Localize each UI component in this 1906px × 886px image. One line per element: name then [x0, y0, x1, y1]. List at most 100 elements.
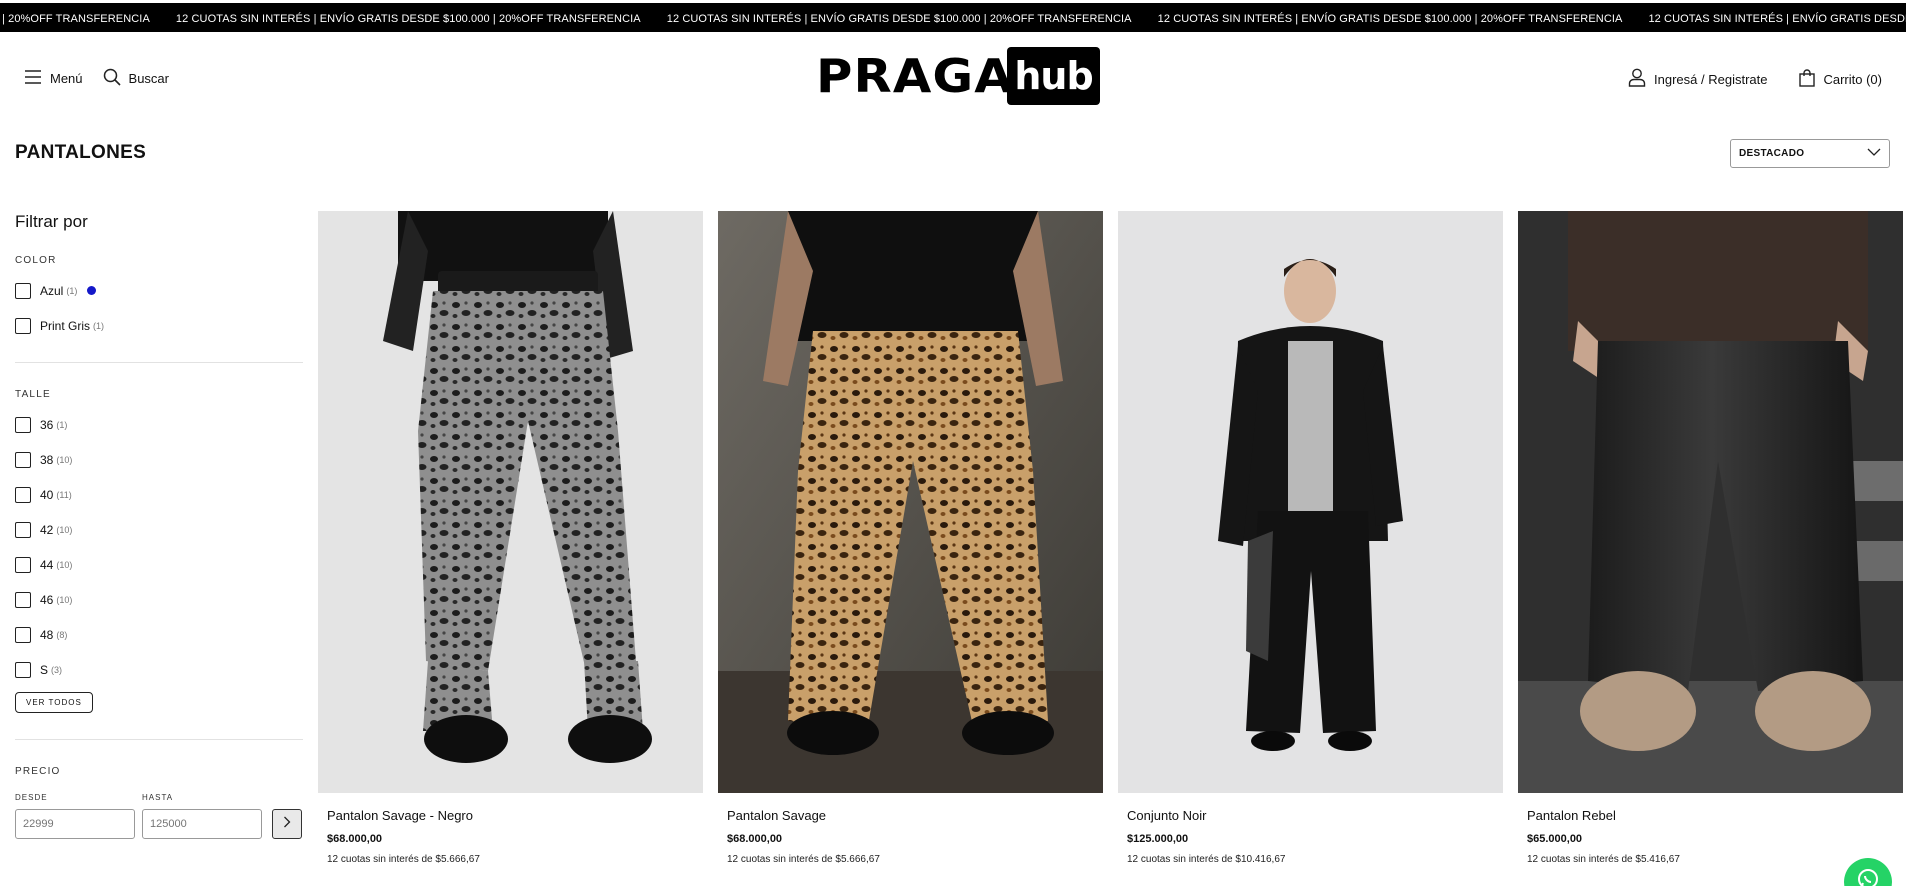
product-name[interactable]: Conjunto Noir [1127, 808, 1503, 823]
hamburger-icon [24, 70, 50, 87]
leather-pants-photo[interactable] [1518, 211, 1903, 793]
product-name[interactable]: Pantalon Savage [727, 808, 1103, 823]
option-count: (8) [56, 629, 68, 640]
grey-leopard-pants-photo[interactable] [318, 211, 703, 793]
option-label: 36 [40, 417, 54, 432]
filter-option-size[interactable]: 48 (8) [15, 617, 303, 652]
option-count: (1) [66, 285, 78, 296]
site-header: Menú Buscar PRAGA hub Ingresá / Registra… [0, 32, 1906, 124]
option-label: 40 [40, 487, 54, 502]
product-card[interactable]: Pantalon Savage - Negro $68.000,00 12 cu… [318, 211, 703, 865]
logo-badge: hub [1007, 47, 1100, 105]
filter-option-color[interactable]: Azul (1) [15, 273, 303, 308]
option-count: (10) [56, 594, 73, 605]
color-swatch [87, 286, 97, 295]
option-count: (10) [56, 524, 73, 535]
product-card[interactable]: Pantalon Rebel $65.000,00 12 cuotas sin … [1518, 211, 1903, 865]
filter-option-size[interactable]: 42 (10) [15, 512, 303, 547]
header-right: Ingresá / Registrate Carrito (0) [1628, 68, 1882, 90]
option-count: (3) [51, 664, 63, 675]
checkbox[interactable] [15, 282, 31, 299]
option-label: 44 [40, 557, 54, 572]
option-count: (1) [93, 320, 105, 331]
checkbox[interactable] [15, 626, 31, 643]
filter-option-size[interactable]: 46 (10) [15, 582, 303, 617]
product-installments: 12 cuotas sin interés de $5.416,67 [1527, 854, 1680, 865]
option-count: (1) [56, 419, 68, 430]
filter-option-size[interactable]: S (3) [15, 652, 303, 687]
divider [15, 739, 303, 740]
product-price: $68.000,00 [327, 833, 383, 845]
checkbox[interactable] [15, 416, 31, 433]
sort-selected-value: DESTACADO [1739, 148, 1805, 159]
checkbox[interactable] [15, 317, 31, 334]
checkbox[interactable] [15, 486, 31, 503]
checkbox[interactable] [15, 521, 31, 538]
product-installments: 12 cuotas sin interés de $10.416,67 [1127, 854, 1286, 865]
login-label: Ingresá / Registrate [1654, 71, 1768, 87]
filter-option-size[interactable]: 38 (10) [15, 442, 303, 477]
product-card[interactable]: Pantalon Savage $68.000,00 12 cuotas sin… [718, 211, 1103, 865]
price-from-label: DESDE [15, 793, 48, 802]
header-left: Menú Buscar [24, 68, 169, 89]
product-name[interactable]: Pantalon Savage - Negro [327, 808, 703, 823]
price-to-label: HASTA [142, 793, 174, 802]
product-installments: 12 cuotas sin interés de $5.666,67 [727, 854, 880, 865]
checkbox[interactable] [15, 591, 31, 608]
option-label: 46 [40, 592, 54, 607]
search-icon [103, 68, 129, 89]
announcement-text: 12 CUOTAS SIN INTERÉS | ENVÍO GRATIS DES… [1648, 13, 1906, 25]
cart-label: Carrito (0) [1823, 71, 1882, 87]
see-all-sizes-button[interactable]: VER TODOS [15, 692, 93, 713]
option-count: (11) [56, 489, 72, 500]
page-title: PANTALONES [15, 142, 147, 163]
option-label: S [40, 662, 49, 677]
search-label: Buscar [128, 71, 169, 86]
filter-option-color[interactable]: Print Gris (1) [15, 308, 303, 343]
checkbox[interactable] [15, 451, 31, 468]
apply-price-button[interactable] [272, 809, 302, 839]
menu-label: Menú [50, 71, 83, 86]
cart-button[interactable]: Carrito (0) [1799, 68, 1882, 90]
option-label: 38 [40, 452, 54, 467]
login-button[interactable]: Ingresá / Registrate [1628, 68, 1767, 90]
price-range-inputs [15, 809, 303, 839]
sort-select[interactable]: DESTACADO [1730, 139, 1890, 168]
size-filter-label: TALLE [15, 389, 51, 400]
black-set-photo[interactable] [1118, 211, 1503, 793]
announcement-text: 12 CUOTAS SIN INTERÉS | ENVÍO GRATIS DES… [175, 13, 641, 25]
price-to-input[interactable] [142, 809, 262, 839]
checkbox[interactable] [15, 661, 31, 678]
option-label: Print Gris [40, 318, 91, 333]
divider [15, 362, 303, 363]
menu-button[interactable]: Menú [24, 70, 83, 87]
filter-sidebar: Filtrar por COLOR Azul (1) Print Gris (1… [15, 208, 303, 839]
product-card[interactable]: Conjunto Noir $125.000,00 12 cuotas sin … [1118, 211, 1503, 865]
announcement-text: 12 CUOTAS SIN INTERÉS | ENVÍO GRATIS DES… [1157, 13, 1623, 25]
filter-option-size[interactable]: 44 (10) [15, 547, 303, 582]
brand-logo[interactable]: PRAGA hub [816, 47, 1100, 105]
option-label: Azul [40, 283, 64, 298]
search-button[interactable]: Buscar [103, 68, 169, 89]
price-from-input[interactable] [15, 809, 135, 839]
user-icon [1628, 68, 1654, 90]
option-label: 48 [40, 627, 54, 642]
logo-wordmark: PRAGA [816, 49, 1014, 103]
color-filter-label: COLOR [15, 255, 57, 266]
announcement-bar: | 20%OFF TRANSFERENCIA 12 CUOTAS SIN INT… [0, 0, 1906, 32]
filter-option-size[interactable]: 36 (1) [15, 407, 303, 442]
shopping-bag-icon [1799, 68, 1823, 90]
announcement-text: 12 CUOTAS SIN INTERÉS | ENVÍO GRATIS DES… [666, 13, 1132, 25]
whatsapp-icon [1857, 868, 1879, 886]
announcement-text: | 20%OFF TRANSFERENCIA [2, 13, 150, 25]
option-count: (10) [56, 454, 73, 465]
product-price: $65.000,00 [1527, 833, 1583, 845]
leopard-pants-photo[interactable] [718, 211, 1103, 793]
filter-title: Filtrar por [15, 212, 88, 231]
option-count: (10) [56, 559, 73, 570]
price-range-labels: DESDE HASTA [15, 793, 303, 802]
checkbox[interactable] [15, 556, 31, 573]
product-name[interactable]: Pantalon Rebel [1527, 808, 1903, 823]
chevron-right-icon [283, 815, 291, 833]
filter-option-size[interactable]: 40 (11) [15, 477, 303, 512]
